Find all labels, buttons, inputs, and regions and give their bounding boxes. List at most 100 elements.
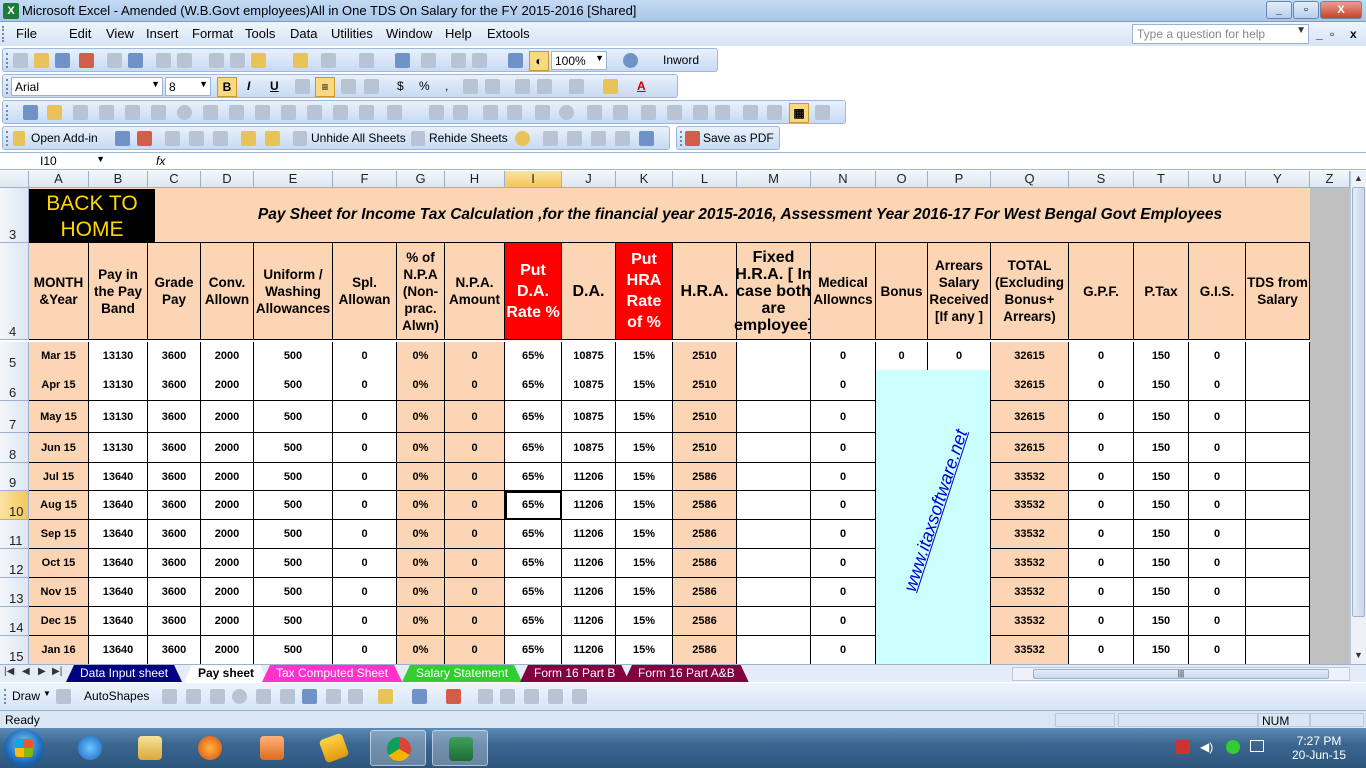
table-cell[interactable]: 2000: [201, 549, 254, 578]
doc-close-button[interactable]: x: [1350, 27, 1357, 41]
minimize-button[interactable]: _: [1266, 1, 1292, 19]
underline-button[interactable]: U: [270, 79, 279, 93]
table-cell[interactable]: 2510: [673, 401, 737, 433]
table-cell[interactable]: 10875: [562, 369, 616, 401]
taskbar-explorer[interactable]: [122, 730, 178, 766]
table-cell[interactable]: 2586: [673, 491, 737, 520]
row-header-6[interactable]: 6: [0, 369, 29, 401]
table-cell[interactable]: 65%: [505, 369, 562, 401]
table-cell[interactable]: [737, 578, 811, 607]
column-header-e[interactable]: E: [254, 171, 333, 188]
table-cell[interactable]: 10875: [562, 433, 616, 463]
3d-style-icon[interactable]: [572, 689, 587, 704]
table-cell[interactable]: 500: [254, 369, 333, 401]
column-header-m[interactable]: M: [737, 171, 811, 188]
copy-icon[interactable]: [230, 53, 245, 68]
line-color-icon[interactable]: [412, 689, 427, 704]
table-cell[interactable]: 0%: [397, 549, 445, 578]
spreadsheet-grid[interactable]: ABCDEFGHIJKLMNOPQSTUYZ 3 4 5 6 7 8 9 10 11 12 13 14…: [0, 171, 1366, 664]
table-cell[interactable]: 65%: [505, 342, 562, 371]
table-cell[interactable]: May 15: [29, 401, 89, 433]
table-cell[interactable]: 15%: [616, 491, 673, 520]
table-cell[interactable]: 65%: [505, 491, 562, 520]
taskbar-excel[interactable]: [432, 730, 488, 766]
undo-icon[interactable]: [321, 53, 336, 68]
tab-pay-sheet[interactable]: Pay sheet: [184, 665, 268, 682]
back-to-home-button[interactable]: BACK TO HOME: [29, 189, 155, 243]
table-cell[interactable]: Jul 15: [29, 463, 89, 491]
table-cell[interactable]: 13640: [89, 520, 148, 549]
table-cell[interactable]: Mar 15: [29, 342, 89, 371]
table-cell[interactable]: 65%: [505, 636, 562, 664]
column-header-a[interactable]: A: [29, 171, 89, 188]
table-cell[interactable]: 0: [811, 433, 876, 463]
dash-style-icon[interactable]: [500, 689, 515, 704]
option-button-icon[interactable]: [559, 105, 574, 120]
table-cell[interactable]: Sep 15: [29, 520, 89, 549]
save-icon[interactable]: [55, 53, 70, 68]
table-cell[interactable]: 65%: [505, 607, 562, 636]
table-cell[interactable]: [1246, 369, 1310, 401]
font-color-icon[interactable]: A: [637, 79, 646, 93]
table-cell[interactable]: [1246, 578, 1310, 607]
close-button[interactable]: X: [1320, 1, 1362, 19]
command-button-icon[interactable]: [507, 105, 522, 120]
table-cell[interactable]: 15%: [616, 369, 673, 401]
table-cell[interactable]: 3600: [148, 491, 201, 520]
table-cell[interactable]: 13130: [89, 369, 148, 401]
menu-tools[interactable]: Tools: [245, 26, 275, 41]
tab-data-input-sheet[interactable]: Data Input sheet: [66, 665, 182, 682]
table-cell[interactable]: 2000: [201, 342, 254, 371]
table-cell[interactable]: 2000: [201, 433, 254, 463]
table-cell[interactable]: 0: [1189, 342, 1246, 371]
tab-form16-part-ab[interactable]: Form 16 Part A&B: [624, 665, 749, 682]
table-cell[interactable]: 500: [254, 578, 333, 607]
table-cell[interactable]: 65%: [505, 520, 562, 549]
table-cell[interactable]: 0: [1189, 401, 1246, 433]
vertical-scroll-thumb[interactable]: [1352, 187, 1365, 617]
header-cell[interactable]: Bonus: [876, 243, 928, 340]
bold-button[interactable]: B: [217, 77, 237, 97]
table-cell[interactable]: 0: [333, 578, 397, 607]
lock-icon[interactable]: [265, 131, 280, 146]
table-cell[interactable]: 13130: [89, 342, 148, 371]
table-cell[interactable]: 0: [811, 491, 876, 520]
table-cell[interactable]: [1246, 520, 1310, 549]
table-cell[interactable]: 0: [445, 342, 505, 371]
chevron-down-icon[interactable]: ▼: [96, 154, 105, 164]
table-cell[interactable]: 32615: [991, 433, 1069, 463]
textbox-icon[interactable]: [256, 689, 271, 704]
print-preview-icon[interactable]: [128, 53, 143, 68]
row-header-11[interactable]: 11: [0, 520, 29, 549]
table-cell[interactable]: 0: [1189, 636, 1246, 664]
table-cell[interactable]: Jan 16: [29, 636, 89, 664]
taskbar-winamp[interactable]: [306, 730, 362, 766]
toolbar-grip-icon[interactable]: [4, 689, 7, 704]
spelling-icon[interactable]: [156, 53, 171, 68]
table-cell[interactable]: 500: [254, 463, 333, 491]
table-cell[interactable]: 0: [1069, 491, 1134, 520]
header-cell[interactable]: Conv. Allown: [201, 243, 254, 340]
permission-icon[interactable]: [79, 53, 94, 68]
scroll-up-icon[interactable]: ▲: [1351, 171, 1366, 186]
image-tool-icon[interactable]: [359, 105, 374, 120]
menu-insert[interactable]: Insert: [146, 26, 179, 41]
table-cell[interactable]: 150: [1134, 491, 1189, 520]
header-cell[interactable]: Spl. Allowan: [333, 243, 397, 340]
table-cell[interactable]: 0: [1069, 549, 1134, 578]
table-cell[interactable]: 0%: [397, 463, 445, 491]
table-cell[interactable]: 0: [333, 433, 397, 463]
header-cell[interactable]: Medical Allowncs: [811, 243, 876, 340]
fill-color-icon[interactable]: [378, 689, 393, 704]
menu-help[interactable]: Help: [445, 26, 472, 41]
list-box-icon[interactable]: [587, 105, 602, 120]
taskbar-ie[interactable]: [62, 730, 118, 766]
table-cell[interactable]: 0: [333, 342, 397, 371]
menu-file[interactable]: File: [16, 26, 37, 41]
table-cell[interactable]: 0: [811, 369, 876, 401]
table-cell[interactable]: 13640: [89, 549, 148, 578]
table-cell[interactable]: [737, 607, 811, 636]
unhide-sheets-icon[interactable]: [293, 131, 307, 146]
name-box[interactable]: I10 ▼: [2, 154, 108, 169]
print-icon[interactable]: [107, 53, 122, 68]
